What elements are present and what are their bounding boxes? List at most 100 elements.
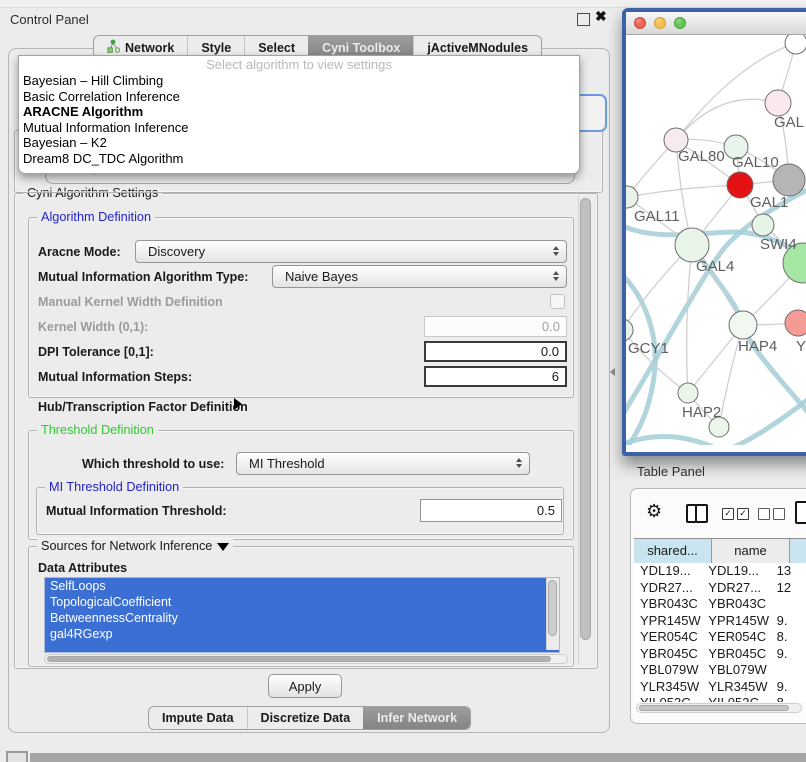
settings-scrollbar-thumb[interactable]: [580, 198, 591, 640]
deselect-all-checkboxes-icon[interactable]: [758, 508, 785, 520]
close-window-icon[interactable]: [634, 17, 646, 29]
network-node[interactable]: [729, 311, 757, 339]
network-edge[interactable]: [676, 99, 778, 140]
attributes-scrollbar-track[interactable]: [546, 578, 559, 650]
algorithm-popup-item[interactable]: Dream8 DC_TDC Algorithm: [19, 151, 579, 167]
bottom-bar: [30, 753, 806, 762]
table-row[interactable]: YLR345WYLR345W9.: [634, 679, 806, 696]
bottom-tab-infer-network[interactable]: Infer Network: [363, 707, 470, 729]
apply-button[interactable]: Apply: [268, 674, 342, 698]
network-node-label: GAL80: [678, 148, 725, 165]
table-cell: YBR045C: [634, 646, 702, 663]
data-attribute-item[interactable]: SelfLoops: [45, 578, 559, 594]
document-icon[interactable]: [795, 501, 806, 524]
network-canvas[interactable]: GALGAL80GAL10GAL1GAL11GAL4SWI4GCY1HAP4YH…: [626, 35, 806, 445]
attributes-scrollbar-thumb[interactable]: [548, 580, 557, 636]
table-row[interactable]: YPR145WYPR145W9.: [634, 613, 806, 630]
bottom-tab-impute-data[interactable]: Impute Data: [149, 707, 247, 729]
network-node-label: Y: [796, 338, 806, 355]
attributes-hscrollbar-thumb[interactable]: [47, 656, 551, 662]
network-node[interactable]: [785, 35, 806, 54]
kernel-width-input[interactable]: 0.0: [424, 316, 567, 337]
manual-kernel-width-label: Manual Kernel Width Definition: [38, 294, 223, 310]
table-cell: 8.: [771, 629, 806, 646]
network-node[interactable]: [626, 319, 633, 341]
table-cell: YIL053C: [634, 695, 702, 702]
data-attribute-item[interactable]: TopologicalCoefficient: [45, 594, 559, 610]
network-node[interactable]: [675, 228, 709, 262]
splitter-collapse-icon[interactable]: [610, 368, 615, 376]
network-edge[interactable]: [627, 185, 740, 197]
table-cell: YLR345W: [702, 679, 770, 696]
network-node-label: GAL: [774, 114, 804, 131]
table-cell: YDR27...: [634, 580, 702, 597]
algorithm-popup-item[interactable]: Mutual Information Inference: [19, 120, 579, 136]
network-window[interactable]: GALGAL80GAL10GAL1GAL11GAL4SWI4GCY1HAP4YH…: [622, 8, 806, 456]
network-edge[interactable]: [687, 245, 692, 393]
table-cell: 9.: [771, 679, 806, 696]
table-row[interactable]: YBR043CYBR043C: [634, 596, 806, 613]
hub-definition-label[interactable]: Hub/Transcription Factor Definition: [38, 399, 248, 415]
table-hscrollbar-thumb[interactable]: [639, 705, 789, 711]
tab-label: Impute Data: [162, 711, 234, 725]
manual-kernel-width-checkbox[interactable]: [550, 294, 565, 309]
algorithm-popup-item[interactable]: ARACNE Algorithm: [19, 104, 579, 120]
algorithm-popup-item[interactable]: Bayesian – K2: [19, 135, 579, 151]
table-cell: YDL19...: [634, 563, 702, 580]
table-row[interactable]: YDL19...YDL19...13: [634, 563, 806, 580]
data-attribute-item[interactable]: gal4RGexp: [45, 626, 559, 642]
table-cell: YDL19...: [702, 563, 770, 580]
table-row[interactable]: YER054CYER054C8.: [634, 629, 806, 646]
sources-title[interactable]: Sources for Network Inference: [41, 539, 212, 554]
data-attribute-item[interactable]: BetweennessCentrality: [45, 610, 559, 626]
float-panel-icon[interactable]: [577, 13, 590, 26]
select-all-checkboxes-icon[interactable]: ✓✓: [722, 508, 749, 520]
table-column-header[interactable]: A: [790, 539, 806, 563]
gear-icon[interactable]: ⚙: [646, 501, 662, 522]
aracne-mode-combo[interactable]: Discovery: [135, 240, 567, 263]
mi-threshold-input[interactable]: 0.5: [420, 499, 562, 522]
settings-scrollbar-track[interactable]: [578, 196, 593, 664]
table-cell: [771, 596, 806, 613]
which-threshold-combo[interactable]: MI Threshold: [236, 452, 530, 475]
kernel-width-label: Kernel Width (0,1):: [38, 319, 148, 335]
zoom-window-icon[interactable]: [674, 17, 686, 29]
table-row[interactable]: YDR27...YDR27...12: [634, 580, 806, 597]
table-column-header[interactable]: shared...: [634, 539, 712, 563]
dpi-tolerance-input[interactable]: 0.0: [424, 341, 567, 362]
table-cell: YER054C: [702, 629, 770, 646]
docked-panel-icon[interactable]: [6, 751, 28, 762]
network-node-label: GCY1: [628, 340, 669, 357]
attributes-hscrollbar-track[interactable]: [44, 654, 568, 664]
mi-algorithm-type-combo[interactable]: Naive Bayes: [272, 265, 567, 288]
data-attributes-label: Data Attributes: [38, 560, 127, 576]
table-cell: 13: [771, 563, 806, 580]
network-window-titlebar[interactable]: [626, 12, 806, 35]
network-node[interactable]: [678, 383, 698, 403]
network-node[interactable]: [785, 310, 806, 336]
table-row[interactable]: YBL079WYBL079W: [634, 662, 806, 679]
algorithm-popup-item[interactable]: Bayesian – Hill Climbing: [19, 73, 579, 89]
network-edge-thick[interactable]: [626, 273, 655, 445]
mi-steps-input[interactable]: 6: [424, 366, 567, 387]
table-row[interactable]: YBR045CYBR045C9.: [634, 646, 806, 663]
close-panel-icon[interactable]: ✖: [595, 8, 607, 25]
expander-down-icon[interactable]: [217, 543, 229, 551]
minimize-window-icon[interactable]: [654, 17, 666, 29]
mi-algorithm-type-value: Naive Bayes: [285, 269, 358, 284]
table-hscrollbar-track[interactable]: [636, 703, 802, 713]
bottom-tab-discretize-data[interactable]: Discretize Data: [247, 707, 364, 729]
combo-spinner-icon: [553, 246, 559, 256]
columns-icon[interactable]: [686, 504, 708, 523]
algorithm-popup-item[interactable]: Basic Correlation Inference: [19, 89, 579, 105]
table-body: YDL19...YDL19...13YDR27...YDR27...12YBR0…: [634, 563, 806, 702]
tab-label: Infer Network: [377, 711, 457, 725]
network-node-label: HAP2: [682, 404, 721, 421]
table-cell: 9.: [771, 613, 806, 630]
network-node[interactable]: [765, 90, 791, 116]
network-node[interactable]: [752, 214, 774, 236]
network-edge-thick[interactable]: [626, 436, 722, 445]
expander-right-icon[interactable]: [234, 398, 242, 410]
table-column-header[interactable]: name: [712, 539, 790, 563]
table-row[interactable]: YIL053CYIL053C8.: [634, 695, 806, 702]
